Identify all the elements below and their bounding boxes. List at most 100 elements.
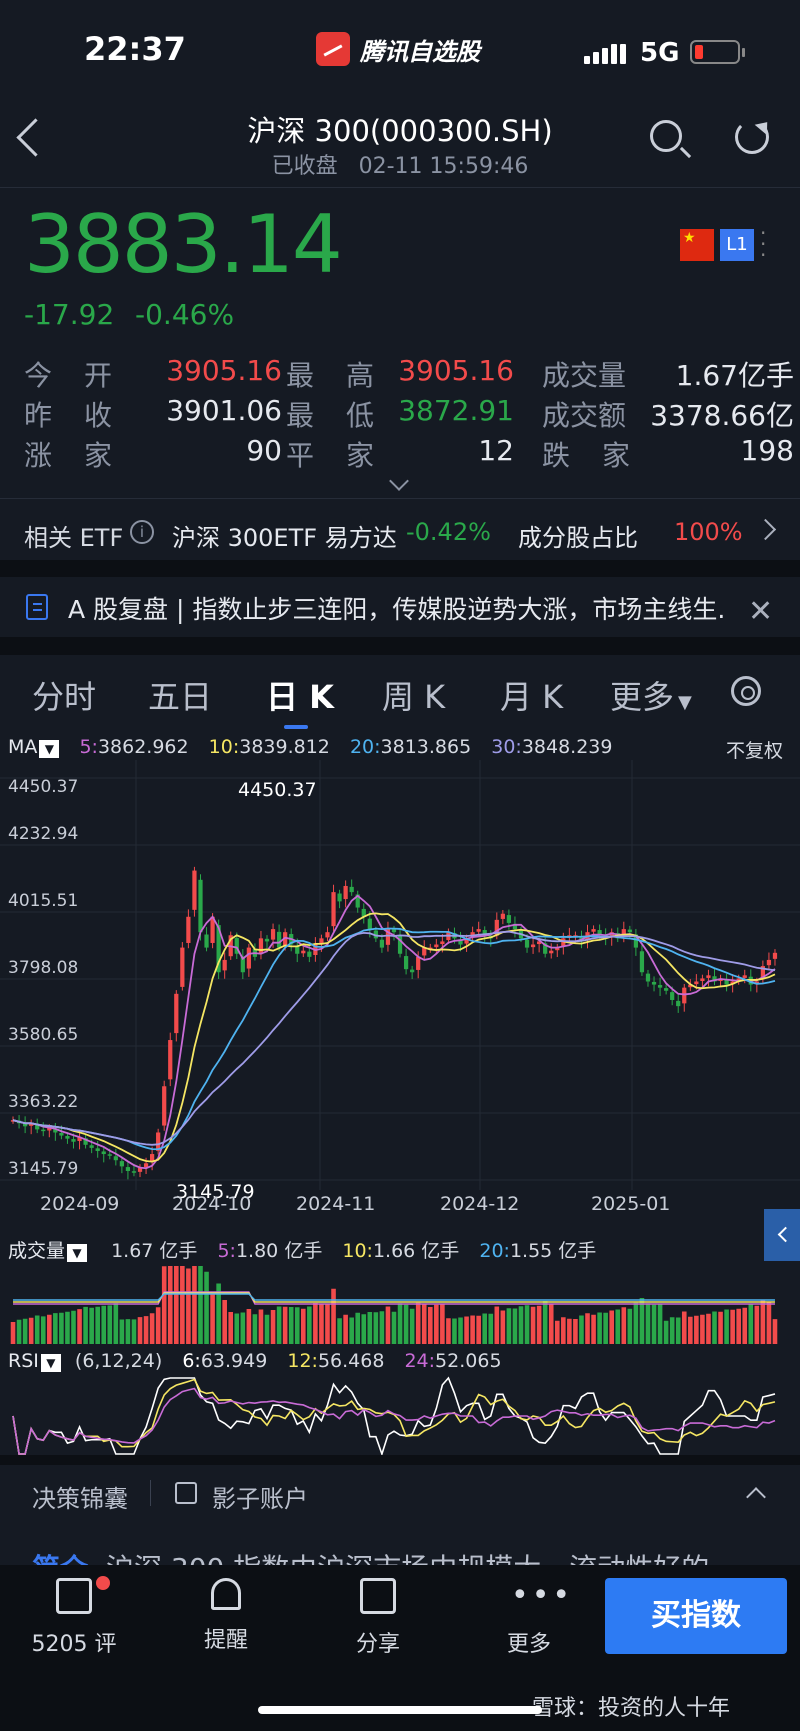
volume-bar [288, 1307, 294, 1344]
candle-body [204, 934, 209, 948]
volume-bar [53, 1313, 58, 1344]
rsi-params: (6,12,24) [74, 1350, 163, 1372]
y-tick-label: 4015.51 [8, 891, 78, 911]
volume-label: 成交量 [542, 359, 627, 392]
news-headline[interactable]: A 股复盘 | 指数止步三连阳，传媒股逆势大涨，市场主线生... [68, 590, 728, 626]
volume-bar [754, 1305, 760, 1344]
nav-share[interactable]: 分享 [328, 1578, 428, 1658]
adjust-toggle[interactable]: 不复权 [726, 736, 783, 763]
volume-bar [772, 1319, 778, 1344]
volume-bar [40, 1316, 46, 1344]
candlestick-chart[interactable]: 4450.37 4232.94 4015.51 3798.08 3580.65 3363.… [0, 760, 800, 1210]
candle-body [524, 939, 530, 948]
price-change-pct: -0.46% [135, 298, 235, 331]
volume-bar [681, 1311, 687, 1344]
candle-body [403, 956, 409, 970]
volume-bar [397, 1303, 403, 1344]
volume-bar [579, 1315, 584, 1344]
open-value: 3905.16 [166, 354, 282, 387]
volume-bar [458, 1317, 463, 1344]
ma10-value: 3839.812 [239, 736, 330, 758]
tab-intraday[interactable]: 分时 [32, 672, 96, 718]
nav-alert[interactable]: 提醒 [176, 1578, 276, 1654]
volume-bar [415, 1302, 421, 1344]
signal-icon [584, 44, 626, 64]
volume-bar [385, 1306, 391, 1344]
home-indicator[interactable] [258, 1706, 542, 1714]
nav-more-label: 更多 [506, 1632, 551, 1657]
x-tick-label: 2024-12 [440, 1193, 519, 1210]
separator [150, 1480, 151, 1506]
candle-body [180, 947, 185, 987]
tab-monthly-k[interactable]: 月 K [500, 672, 563, 718]
candle-body [331, 892, 336, 927]
etf-change: -0.42% [406, 518, 491, 546]
refresh-icon[interactable] [735, 120, 769, 154]
nav-comments[interactable]: 5205 评 [24, 1578, 124, 1658]
candle-body [416, 956, 421, 970]
decision-button[interactable]: 决策锦囊 [32, 1479, 128, 1514]
volume-bar [210, 1294, 215, 1344]
candle-body [325, 932, 330, 938]
volume-bar [470, 1315, 475, 1344]
volume-bar [355, 1312, 361, 1344]
settings-gear-icon[interactable] [731, 676, 761, 706]
candle-body [440, 941, 445, 945]
nav-more[interactable]: ••• 更多 [479, 1578, 579, 1658]
side-collapse-icon[interactable] [764, 1209, 800, 1261]
tab-weekly-k[interactable]: 周 K [382, 672, 445, 718]
section-gap [0, 560, 800, 577]
ma30-value: 3848.239 [521, 736, 613, 758]
y-tick-label: 3798.08 [8, 958, 78, 978]
volume-selector[interactable]: 成交量 ▼ [8, 1240, 88, 1262]
volume-chart[interactable] [0, 1260, 800, 1346]
volume-bar [59, 1312, 64, 1344]
etf-row[interactable]: 相关 ETF i 沪深 300ETF 易方达 -0.42% 成分股占比 100% [0, 502, 800, 558]
volume-bar [83, 1306, 88, 1344]
ma20-value: 3813.865 [380, 736, 472, 758]
shadow-account-button[interactable]: 影子账户 [212, 1479, 308, 1514]
volume-bar [240, 1312, 246, 1344]
ma-selector[interactable]: MA ▼ [8, 736, 60, 758]
search-icon[interactable] [650, 120, 682, 152]
volume-bar [234, 1313, 240, 1344]
candle-body [706, 975, 711, 978]
tab-daily-k[interactable]: 日 K [266, 672, 334, 718]
volume-bar [65, 1311, 70, 1344]
volume-bar [361, 1314, 367, 1344]
candle-body [591, 929, 596, 932]
ma10-key: 10: [208, 736, 240, 758]
close-icon[interactable]: ✕ [748, 594, 773, 629]
volume-bar [349, 1317, 354, 1344]
volume-bar [512, 1308, 518, 1344]
volume-bar [597, 1312, 602, 1344]
candle-body [664, 988, 669, 991]
tab-more[interactable]: 更多 ▼ [610, 672, 692, 718]
candle-body [742, 975, 747, 978]
nav-comments-label: 5205 评 [31, 1632, 117, 1657]
l1-badge[interactable]: L1 [720, 229, 754, 261]
volume-bar [500, 1310, 506, 1344]
volume-bar [446, 1318, 451, 1344]
more-vertical-icon[interactable]: · · · [760, 223, 766, 265]
rsi-chart[interactable] [0, 1374, 800, 1460]
etf-name[interactable]: 沪深 300ETF 易方达 [172, 518, 397, 553]
candle-body [95, 1148, 100, 1151]
rsi-selector[interactable]: RSI ▼ [8, 1350, 61, 1372]
candle-body [700, 978, 705, 982]
tab-five-day[interactable]: 五日 [148, 672, 212, 718]
candle-body [276, 931, 282, 948]
ma-legend: MA ▼ 5:3862.962 10:3839.812 20:3813.865 3… [8, 736, 613, 758]
info-icon[interactable]: i [130, 520, 154, 544]
tab-more-label: 更多 [610, 678, 675, 716]
buy-index-button[interactable]: 买指数 [605, 1578, 787, 1654]
up-count-value: 90 [246, 434, 282, 467]
y-tick-label: 4450.37 [8, 777, 78, 797]
max-price-label: 4450.37 [238, 779, 317, 801]
volume-bar [524, 1305, 530, 1344]
volume-bar [718, 1311, 723, 1344]
dropdown-icon: ▼ [40, 1354, 61, 1372]
expand-chevron-icon[interactable] [389, 471, 409, 491]
candle-body [627, 929, 632, 933]
volume-bar [530, 1306, 536, 1344]
